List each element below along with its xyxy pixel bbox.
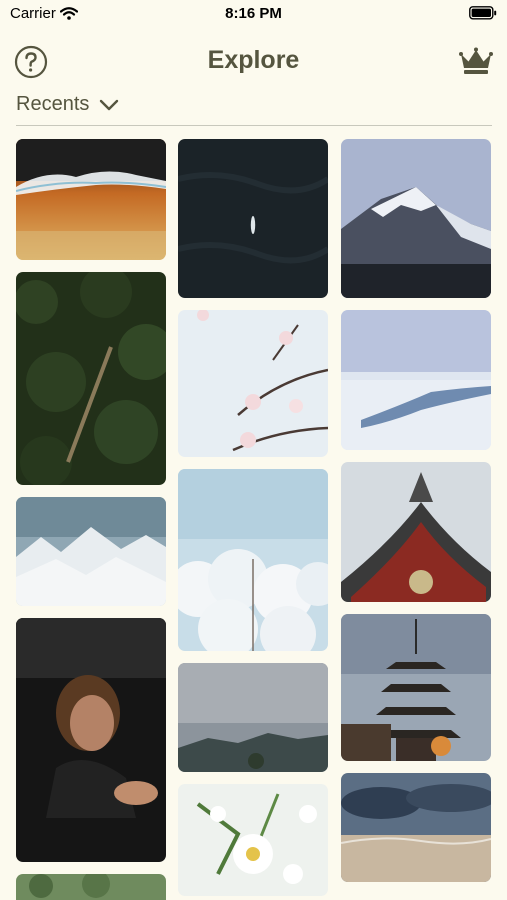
page-title: Explore [207,46,300,74]
photo-column [178,139,328,900]
photo-column [341,139,491,894]
nav-bar: Explore [0,40,507,86]
album-selector[interactable]: Recents [16,93,119,116]
photo-white-blossoms[interactable] [178,469,328,651]
album-label: Recents [16,93,90,115]
photo-snowy-peaks[interactable] [16,497,166,606]
crown-icon[interactable] [459,46,493,76]
status-time: 8:16 PM [225,5,282,22]
photo-beach-clouds[interactable] [341,773,491,882]
photo-aerial-coast[interactable] [16,139,166,260]
photo-forest-aerial[interactable] [16,272,166,485]
chevron-down-icon [100,99,119,110]
photo-daisies[interactable] [178,784,328,896]
photo-trees[interactable] [16,874,166,900]
photo-person-car[interactable] [16,618,166,862]
status-bar: Carrier 8:16 PM [0,0,507,28]
photo-column [16,139,166,900]
photo-mountain-dusk[interactable] [178,663,328,772]
photo-grid[interactable] [16,139,492,900]
photo-mountain-peak[interactable] [341,139,491,298]
photo-boat-ocean[interactable] [178,139,328,298]
battery-icon [469,6,497,20]
photo-frozen-sea[interactable] [341,310,491,450]
photo-pagoda[interactable] [341,614,491,761]
photo-temple-roof[interactable] [341,462,491,602]
divider [16,125,492,126]
photo-cherry-branch[interactable] [178,310,328,457]
